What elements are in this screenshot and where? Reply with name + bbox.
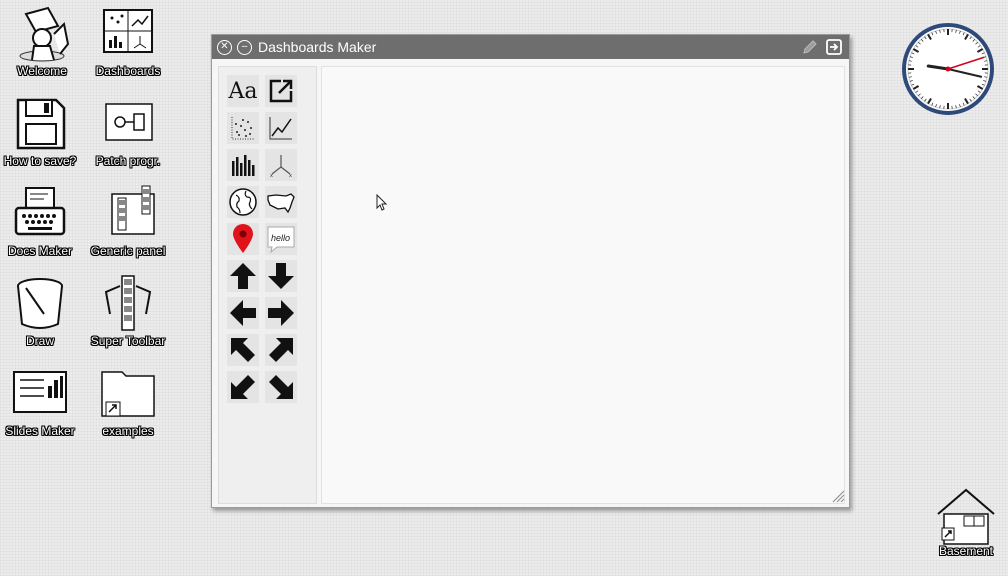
desktop-icon-label: Slides Maker [0,424,82,438]
bar-chart-tool[interactable] [227,149,259,181]
arrow-down-tool[interactable] [265,260,297,292]
super-toolbar-icon [98,274,158,334]
arrow-right-tool[interactable] [265,297,297,329]
desktop-icon-examples[interactable]: examples [86,364,170,454]
line-chart-icon [267,114,295,142]
dashboards-icon [98,4,158,64]
paint-bucket-icon [10,274,70,334]
usa-map-icon [266,190,296,214]
dashboard-canvas[interactable] [321,66,845,504]
arrow-up-tool[interactable] [227,260,259,292]
desktop-icon-label: Patch progr. [86,154,170,168]
typewriter-icon [10,184,70,244]
external-link-icon [267,77,295,105]
generic-panel-icon [98,184,158,244]
close-icon: ✕ [220,42,228,52]
text-tool[interactable]: Aa [227,75,259,107]
desktop-icon-label: examples [86,424,170,438]
3d-axes-tool[interactable]: x x [265,149,297,181]
close-button[interactable]: ✕ [217,40,232,55]
window-titlebar[interactable]: ✕ – Dashboards Maker [212,35,849,59]
desktop-icon-patch-progr[interactable]: Patch progr. [86,94,170,184]
desktop-icon-label: How to save? [0,154,82,168]
window-title: Dashboards Maker [258,39,376,55]
bar-chart-icon [229,151,257,179]
arrow-up-right-tool[interactable] [265,334,297,366]
folder-icon [96,364,160,424]
mouse-cursor-icon [376,194,388,212]
arrow-up-icon [228,261,258,291]
external-link-tool[interactable] [265,75,297,107]
arrow-up-right-icon [266,335,296,365]
analog-clock [901,22,995,116]
arrow-left-tool[interactable] [227,297,259,329]
scatter-plot-icon [229,114,257,142]
desktop-icon-label: Draw [0,334,82,348]
pencil-edit-icon[interactable] [801,38,819,56]
minimize-button[interactable]: – [237,40,252,55]
speech-bubble-tool[interactable]: hello [265,223,297,255]
scatter-plot-tool[interactable] [227,112,259,144]
globe-icon [228,187,258,217]
3d-axes-icon: x x [267,151,295,179]
desktop-icon-draw[interactable]: Draw [0,274,82,364]
resize-handle-icon[interactable] [831,489,845,503]
patch-icon [98,94,158,154]
desktop-icon-dashboards[interactable]: Dashboards [86,4,170,94]
welcome-figure-icon [12,4,72,64]
basement-house-icon [934,486,998,546]
svg-text:x: x [289,173,292,179]
desktop-icon-docs-maker[interactable]: Docs Maker [0,184,82,274]
desktop-icon-welcome[interactable]: Welcome [0,4,84,94]
desktop-icon-label: Docs Maker [0,244,82,258]
text-tool-label: Aa [228,79,257,104]
arrow-left-icon [228,298,258,328]
arrow-right-icon [266,298,296,328]
dashboards-maker-window[interactable]: ✕ – Dashboards Maker Aa [211,34,850,508]
desktop-icon-label: Super Toolbar [86,334,170,348]
desktop-icon-generic-panel[interactable]: Generic panel [86,184,170,274]
desktop-icon-how-to-save[interactable]: How to save? [0,94,82,184]
floppy-disk-icon [10,94,70,154]
widget-palette: Aa x [218,66,317,504]
arrow-down-icon [266,261,296,291]
minimize-icon: – [242,42,248,52]
svg-text:x: x [270,173,273,179]
map-pin-tool[interactable] [227,223,259,255]
arrow-down-left-icon [228,372,258,402]
exit-icon[interactable] [825,38,843,56]
arrow-up-left-tool[interactable] [227,334,259,366]
slides-icon [10,364,70,424]
arrow-down-right-icon [266,372,296,402]
speech-bubble-text: hello [271,233,290,243]
globe-tool[interactable] [227,186,259,218]
desktop-icon-label: Generic panel [86,244,170,258]
arrow-down-left-tool[interactable] [227,371,259,403]
desktop-icon-label: Basement [926,544,1006,558]
line-chart-tool[interactable] [265,112,297,144]
arrow-up-left-icon [228,335,258,365]
desktop-icon-basement[interactable]: Basement [926,486,1006,576]
desktop-icon-label: Welcome [0,64,84,78]
desktop-icon-label: Dashboards [86,64,170,78]
arrow-down-right-tool[interactable] [265,371,297,403]
desktop-icon-super-toolbar[interactable]: Super Toolbar [86,274,170,364]
desktop-icon-slides-maker[interactable]: Slides Maker [0,364,82,454]
map-pin-icon [231,224,255,254]
usa-map-tool[interactable] [265,186,297,218]
